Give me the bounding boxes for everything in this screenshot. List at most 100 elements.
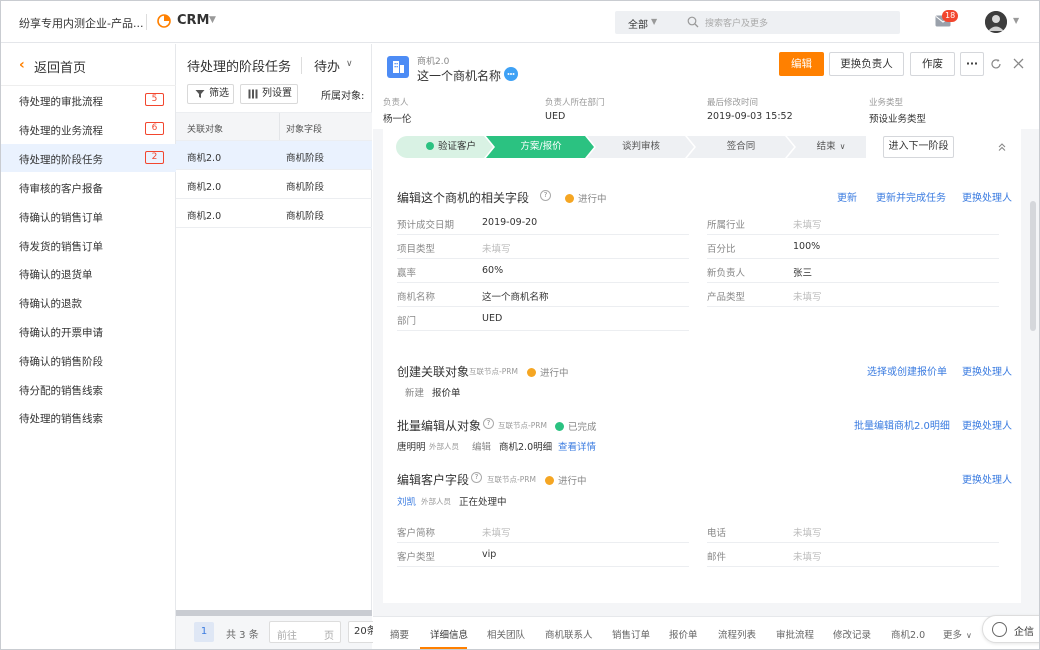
qixin-chat-button[interactable]: 企信 xyxy=(982,615,1039,643)
field-label: 所属行业 xyxy=(707,220,746,231)
search-scope-select[interactable]: 全部 xyxy=(628,16,648,31)
node-tag: 互联节点-PRM xyxy=(498,421,547,430)
edit-button[interactable]: 编辑 xyxy=(779,52,824,76)
more-actions-button[interactable]: ··· xyxy=(960,52,984,76)
active-tab-indicator xyxy=(420,647,467,649)
page-number-button[interactable]: 1 xyxy=(194,622,214,642)
field-row: 客户简称 未填写 xyxy=(397,519,689,543)
field-value: 未填写 xyxy=(793,528,822,539)
sidebar-item-confirm-orders[interactable]: 待确认的销售订单 xyxy=(1,202,176,230)
sidebar-item-process-leads[interactable]: 待处理的销售线索 xyxy=(1,403,176,431)
notification-badge: 18 xyxy=(942,10,959,22)
change-handler-link[interactable]: 更换处理人 xyxy=(962,471,1012,486)
help-icon[interactable]: ? xyxy=(483,418,494,429)
field-label: 项目类型 xyxy=(397,244,436,255)
object-filter-label[interactable]: 所属对象: xyxy=(321,87,364,102)
columns-icon xyxy=(248,89,258,99)
sidebar-item-returns[interactable]: 待确认的退货单 xyxy=(1,259,176,287)
stage-negotiation[interactable]: 谈判审核 xyxy=(596,136,686,158)
sidebar-item-ship-orders[interactable]: 待发货的销售订单 xyxy=(1,231,176,259)
close-icon[interactable] xyxy=(1013,58,1024,69)
batch-edit-link[interactable]: 批量编辑商机2.0明细 xyxy=(854,417,950,432)
check-icon xyxy=(555,422,564,431)
tab-sales-orders[interactable]: 销售订单 xyxy=(612,627,650,641)
status-filter-select[interactable]: 待办 xyxy=(314,56,340,75)
sidebar-item-customer-report[interactable]: 待审核的客户报备 xyxy=(1,173,176,201)
table-cell: 商机阶段 xyxy=(286,153,325,164)
select-create-quote-link[interactable]: 选择或创建报价单 xyxy=(867,363,947,378)
field-row: 邮件 未填写 xyxy=(707,543,999,567)
table-row[interactable]: 商机2.0 商机阶段 xyxy=(176,170,372,199)
back-home-link[interactable]: ‹ 返回首页 xyxy=(1,44,176,86)
help-icon[interactable]: ? xyxy=(471,472,482,483)
tab-approval[interactable]: 审批流程 xyxy=(776,627,814,641)
stage-proposal[interactable]: 方案/报价 xyxy=(496,136,586,158)
handler-name[interactable]: 刘凯 xyxy=(397,494,416,508)
tab-contacts[interactable]: 商机联系人 xyxy=(545,627,593,641)
table-cell: 商机2.0 xyxy=(187,153,222,164)
change-owner-button[interactable]: 更换负责人 xyxy=(829,52,904,76)
chevron-down-icon[interactable]: ▼ xyxy=(209,15,216,25)
next-stage-button[interactable]: 进入下一阶段 xyxy=(883,136,954,158)
void-button[interactable]: 作废 xyxy=(910,52,955,76)
chat-icon[interactable] xyxy=(504,67,518,81)
chevron-down-icon: ∨ xyxy=(966,631,972,640)
meta-owner: 负责人 杨一伦 xyxy=(383,96,412,125)
stage-verify-customer[interactable]: 验证客户 xyxy=(411,136,491,158)
vertical-scrollbar[interactable] xyxy=(1030,201,1036,331)
filter-button-label: 筛选 xyxy=(209,88,229,99)
stage-end[interactable]: 结束 ∨ xyxy=(796,136,866,158)
page-unit: 页 xyxy=(324,631,334,642)
change-handler-link[interactable]: 更换处理人 xyxy=(962,417,1012,432)
count-badge: 2 xyxy=(145,151,164,164)
goto-page-input[interactable]: 前往 页 xyxy=(269,621,341,643)
sidebar-item-stage-tasks[interactable]: 待处理的阶段任务 2 xyxy=(1,144,176,172)
tab-change-log[interactable]: 修改记录 xyxy=(833,627,871,641)
tab-process-list[interactable]: 流程列表 xyxy=(718,627,756,641)
meta-business-type: 业务类型 预设业务类型 xyxy=(869,96,926,125)
global-search[interactable]: 全部 ▼ 搜索客户及更多 xyxy=(615,11,900,34)
column-settings-button[interactable]: 列设置 xyxy=(240,84,298,104)
filter-button[interactable]: 筛选 xyxy=(187,84,234,104)
table-row[interactable]: 商机2.0 商机阶段 xyxy=(176,141,372,170)
check-icon xyxy=(425,142,434,150)
chevron-down-icon[interactable]: ▼ xyxy=(651,17,657,26)
change-handler-link[interactable]: 更换处理人 xyxy=(962,363,1012,378)
stage-contract[interactable]: 签合同 xyxy=(696,136,786,158)
update-complete-link[interactable]: 更新并完成任务 xyxy=(876,189,946,204)
sidebar-item-invoices[interactable]: 待确认的开票申请 xyxy=(1,317,176,345)
pagination: 1 共 3 条 前往 页 20条 xyxy=(176,616,378,649)
tab-details[interactable]: 详细信息 xyxy=(430,627,468,641)
company-name[interactable]: 纷享专用内测企业-产品... xyxy=(19,15,143,31)
help-icon[interactable]: ? xyxy=(540,190,551,201)
sidebar-item-assign-leads[interactable]: 待分配的销售线索 xyxy=(1,375,176,403)
change-handler-link[interactable]: 更换处理人 xyxy=(962,189,1012,204)
refresh-icon[interactable] xyxy=(990,58,1002,70)
sidebar-item-approval-flow[interactable]: 待处理的审批流程 5 xyxy=(1,86,176,114)
tab-quotes[interactable]: 报价单 xyxy=(669,627,698,641)
view-details-link[interactable]: 查看详情 xyxy=(558,439,596,453)
sidebar-item-refunds[interactable]: 待确认的退款 xyxy=(1,288,176,316)
chat-bubble-icon xyxy=(992,622,1007,637)
chevron-down-icon[interactable]: ▼ xyxy=(1013,16,1019,25)
sidebar-item-sales-stage[interactable]: 待确认的销售阶段 xyxy=(1,346,176,374)
tab-opportunity[interactable]: 商机2.0 xyxy=(891,627,925,641)
handler-name: 唐明明 xyxy=(397,442,426,453)
field-row: 产品类型 未填写 xyxy=(707,283,999,307)
field-value: 未填写 xyxy=(482,244,511,255)
tab-more[interactable]: 更多 ∨ xyxy=(943,627,972,641)
table-cell: 商机阶段 xyxy=(286,211,325,222)
collapse-icon[interactable] xyxy=(997,142,1007,152)
tab-team[interactable]: 相关团队 xyxy=(487,627,525,641)
update-link[interactable]: 更新 xyxy=(837,189,857,204)
search-input[interactable]: 搜索客户及更多 xyxy=(705,16,768,29)
chevron-down-icon[interactable]: ∨ xyxy=(346,59,353,69)
section-title: 编辑客户字段 xyxy=(397,473,470,487)
tab-summary[interactable]: 摘要 xyxy=(390,627,409,641)
avatar[interactable] xyxy=(985,11,1007,33)
field-value: 60% xyxy=(482,265,504,276)
app-switcher[interactable]: CRM xyxy=(177,13,210,28)
table-row[interactable]: 商机2.0 商机阶段 xyxy=(176,199,372,228)
sidebar-item-business-flow[interactable]: 待处理的业务流程 6 xyxy=(1,115,176,143)
node-tag: 互联节点-PRM xyxy=(469,367,518,376)
